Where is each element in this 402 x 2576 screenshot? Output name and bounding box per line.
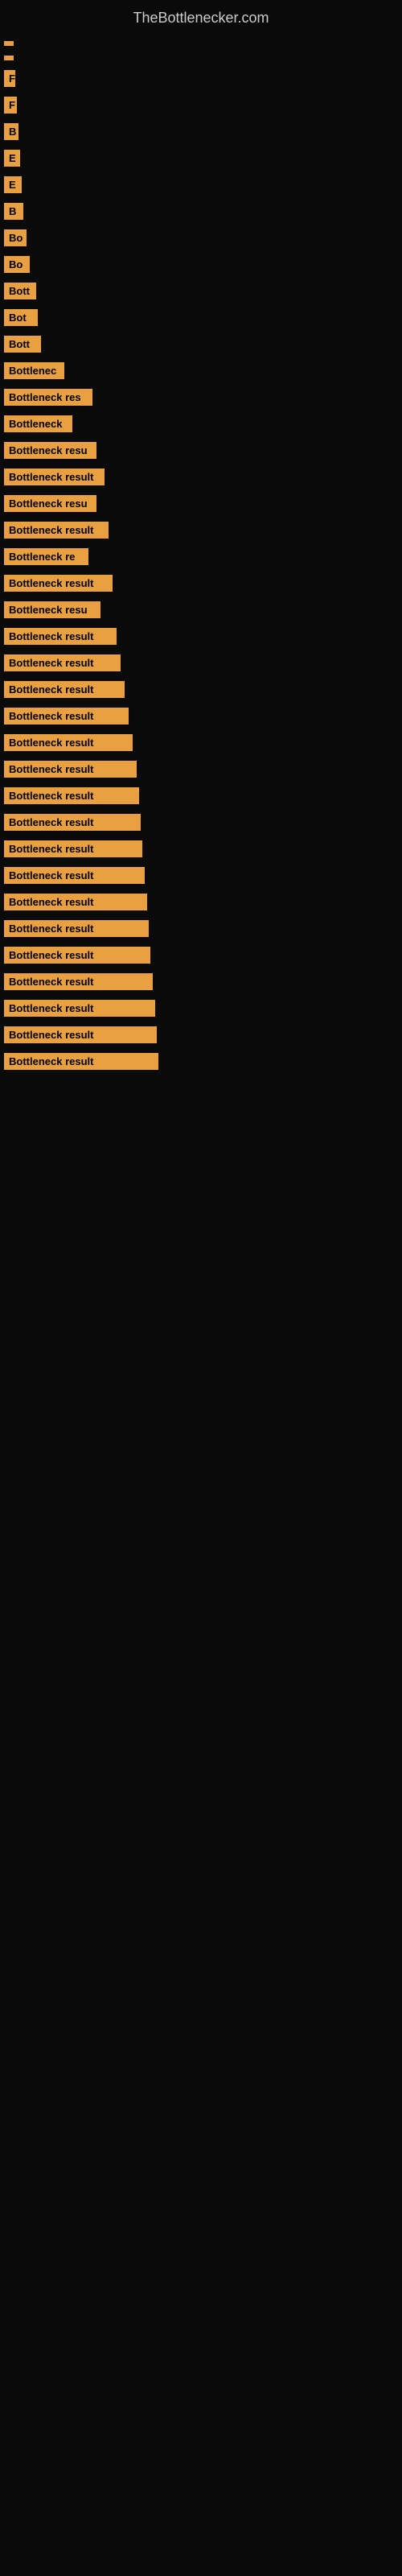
bar-row: Bottleneck result — [0, 1000, 402, 1017]
bar-row: Bottleneck result — [0, 1053, 402, 1070]
bar-label: Bottleneck result — [4, 469, 105, 485]
bar-label: Bottleneck result — [4, 894, 147, 910]
bar-label: Bottleneck resu — [4, 495, 96, 512]
bar-row: Bottleneck result — [0, 947, 402, 964]
bar-row: Bottleneck resu — [0, 495, 402, 512]
bar-row: Bottleneck result — [0, 840, 402, 857]
bar-row: Bottleneck result — [0, 734, 402, 751]
bar-label: Bottleneck resu — [4, 442, 96, 459]
site-title: TheBottlenecker.com — [0, 0, 402, 33]
bar-row: Bottleneck result — [0, 894, 402, 910]
bar-row: Bottleneck result — [0, 920, 402, 937]
bar-row — [0, 56, 402, 60]
bar-label: Bott — [4, 283, 36, 299]
bar-row: Bottleneck result — [0, 654, 402, 671]
bar-row: Bottlenec — [0, 362, 402, 379]
bar-row: Bottleneck result — [0, 522, 402, 539]
bar-row: Bottleneck result — [0, 973, 402, 990]
bar-label: Bottleneck result — [4, 1000, 155, 1017]
bar-row: Bottleneck result — [0, 867, 402, 884]
bar-label: Bottleneck result — [4, 628, 117, 645]
bar-row: Bo — [0, 229, 402, 246]
bar-row: F — [0, 70, 402, 87]
bar-label: Bottleneck result — [4, 575, 113, 592]
bar-row: Bottleneck result — [0, 814, 402, 831]
bar-row: Bottleneck result — [0, 469, 402, 485]
bar-row: Bottleneck re — [0, 548, 402, 565]
bar-label: Bo — [4, 229, 27, 246]
bar-row: B — [0, 203, 402, 220]
bar-label — [4, 56, 14, 60]
bar-label: Bottleneck result — [4, 920, 149, 937]
bar-label: Bottleneck — [4, 415, 72, 432]
bar-row: E — [0, 176, 402, 193]
bar-label: F — [4, 97, 17, 114]
bar-row: Bott — [0, 336, 402, 353]
bar-label: Bo — [4, 256, 30, 273]
bar-label: Bottleneck res — [4, 389, 92, 406]
bar-label: Bottleneck resu — [4, 601, 100, 618]
bar-label: Bottleneck result — [4, 708, 129, 724]
bar-row: Bott — [0, 283, 402, 299]
bar-label: F — [4, 70, 15, 87]
bar-row: B — [0, 123, 402, 140]
bar-row: Bottleneck res — [0, 389, 402, 406]
bar-label: Bottleneck result — [4, 654, 121, 671]
bar-label: Bottleneck result — [4, 681, 125, 698]
bar-label: Bottleneck result — [4, 814, 141, 831]
bar-label: E — [4, 176, 22, 193]
bar-label: Bottleneck result — [4, 973, 153, 990]
bar-label: B — [4, 123, 18, 140]
bar-label: Bottlenec — [4, 362, 64, 379]
bar-row: Bottleneck result — [0, 708, 402, 724]
bar-label: Bottleneck re — [4, 548, 88, 565]
bar-row: Bottleneck result — [0, 681, 402, 698]
bar-label: Bottleneck result — [4, 1026, 157, 1043]
bar-row: Bottleneck result — [0, 1026, 402, 1043]
bar-label: Bottleneck result — [4, 761, 137, 778]
bar-row: Bottleneck result — [0, 628, 402, 645]
bar-row — [0, 41, 402, 46]
bar-label: Bott — [4, 336, 41, 353]
bar-label: Bottleneck result — [4, 840, 142, 857]
bar-label: Bottleneck result — [4, 1053, 158, 1070]
bar-row: F — [0, 97, 402, 114]
bar-label: Bottleneck result — [4, 947, 150, 964]
bar-row: Bottleneck result — [0, 761, 402, 778]
bar-label: Bottleneck result — [4, 867, 145, 884]
bar-row: Bottleneck result — [0, 575, 402, 592]
bar-label: Bot — [4, 309, 38, 326]
bar-row: Bottleneck — [0, 415, 402, 432]
bar-label: Bottleneck result — [4, 787, 139, 804]
bar-row: Bot — [0, 309, 402, 326]
bar-row: Bottleneck resu — [0, 442, 402, 459]
bars-container: FFBEEBBoBoBottBotBottBottlenecBottleneck… — [0, 33, 402, 1080]
bar-label: E — [4, 150, 20, 167]
bar-row: E — [0, 150, 402, 167]
bar-row: Bottleneck result — [0, 787, 402, 804]
bar-label: Bottleneck result — [4, 522, 109, 539]
bar-row: Bo — [0, 256, 402, 273]
bar-label — [4, 41, 14, 46]
bar-row: Bottleneck resu — [0, 601, 402, 618]
bar-label: Bottleneck result — [4, 734, 133, 751]
bar-label: B — [4, 203, 23, 220]
